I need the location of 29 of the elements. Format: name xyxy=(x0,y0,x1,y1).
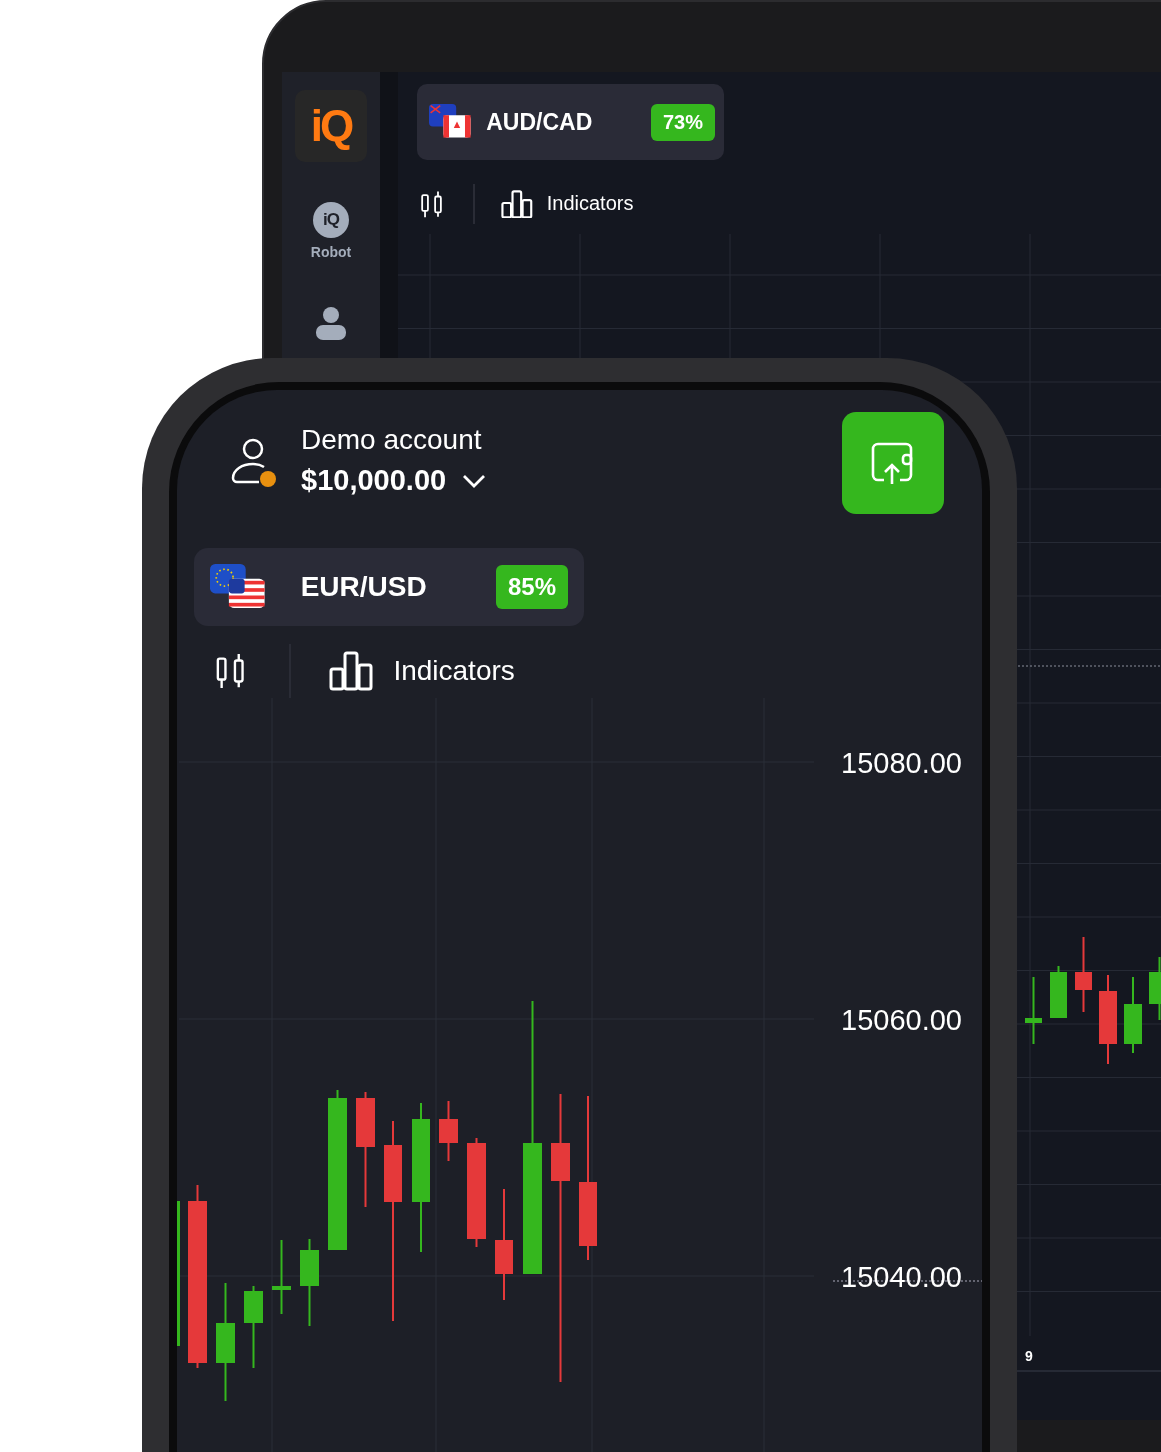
indicators-button[interactable]: Indicators xyxy=(329,651,515,691)
balance-dropdown[interactable]: $10,000.00 xyxy=(301,464,487,497)
candle xyxy=(439,1100,458,1162)
account-icon[interactable] xyxy=(231,438,279,490)
bar-chart-icon xyxy=(329,651,374,691)
chevron-down-icon xyxy=(462,473,487,488)
bar-chart-icon xyxy=(501,189,533,219)
robot-icon[interactable]: iQ xyxy=(313,202,349,238)
flags-icon xyxy=(210,563,267,611)
candlestick-icon[interactable] xyxy=(215,652,246,690)
payout-badge: 85% xyxy=(495,565,568,609)
candlestick-icon[interactable] xyxy=(420,189,444,219)
candle xyxy=(1025,976,1042,1045)
sidebar-label[interactable]: Robot xyxy=(310,244,352,260)
person-icon[interactable] xyxy=(316,306,346,340)
payout-badge: 73% xyxy=(650,103,715,141)
price-label: 15080.00 xyxy=(841,747,962,779)
account-title: Demo account xyxy=(301,424,483,456)
price-label: 15060.00 xyxy=(841,1004,962,1036)
deposit-button[interactable] xyxy=(842,412,944,514)
indicators-button[interactable]: Indicators xyxy=(501,189,634,219)
price-label: 15040.00 xyxy=(841,1261,962,1293)
candle xyxy=(1050,965,1067,1019)
asset-pair[interactable]: AUD/CAD xyxy=(486,108,593,136)
asset-pair[interactable]: EUR/USD xyxy=(300,571,427,603)
flags-icon xyxy=(429,104,473,140)
logo[interactable]: iQ xyxy=(295,90,367,162)
time-label: 9 xyxy=(1025,1348,1033,1364)
candle xyxy=(1149,956,1161,1021)
